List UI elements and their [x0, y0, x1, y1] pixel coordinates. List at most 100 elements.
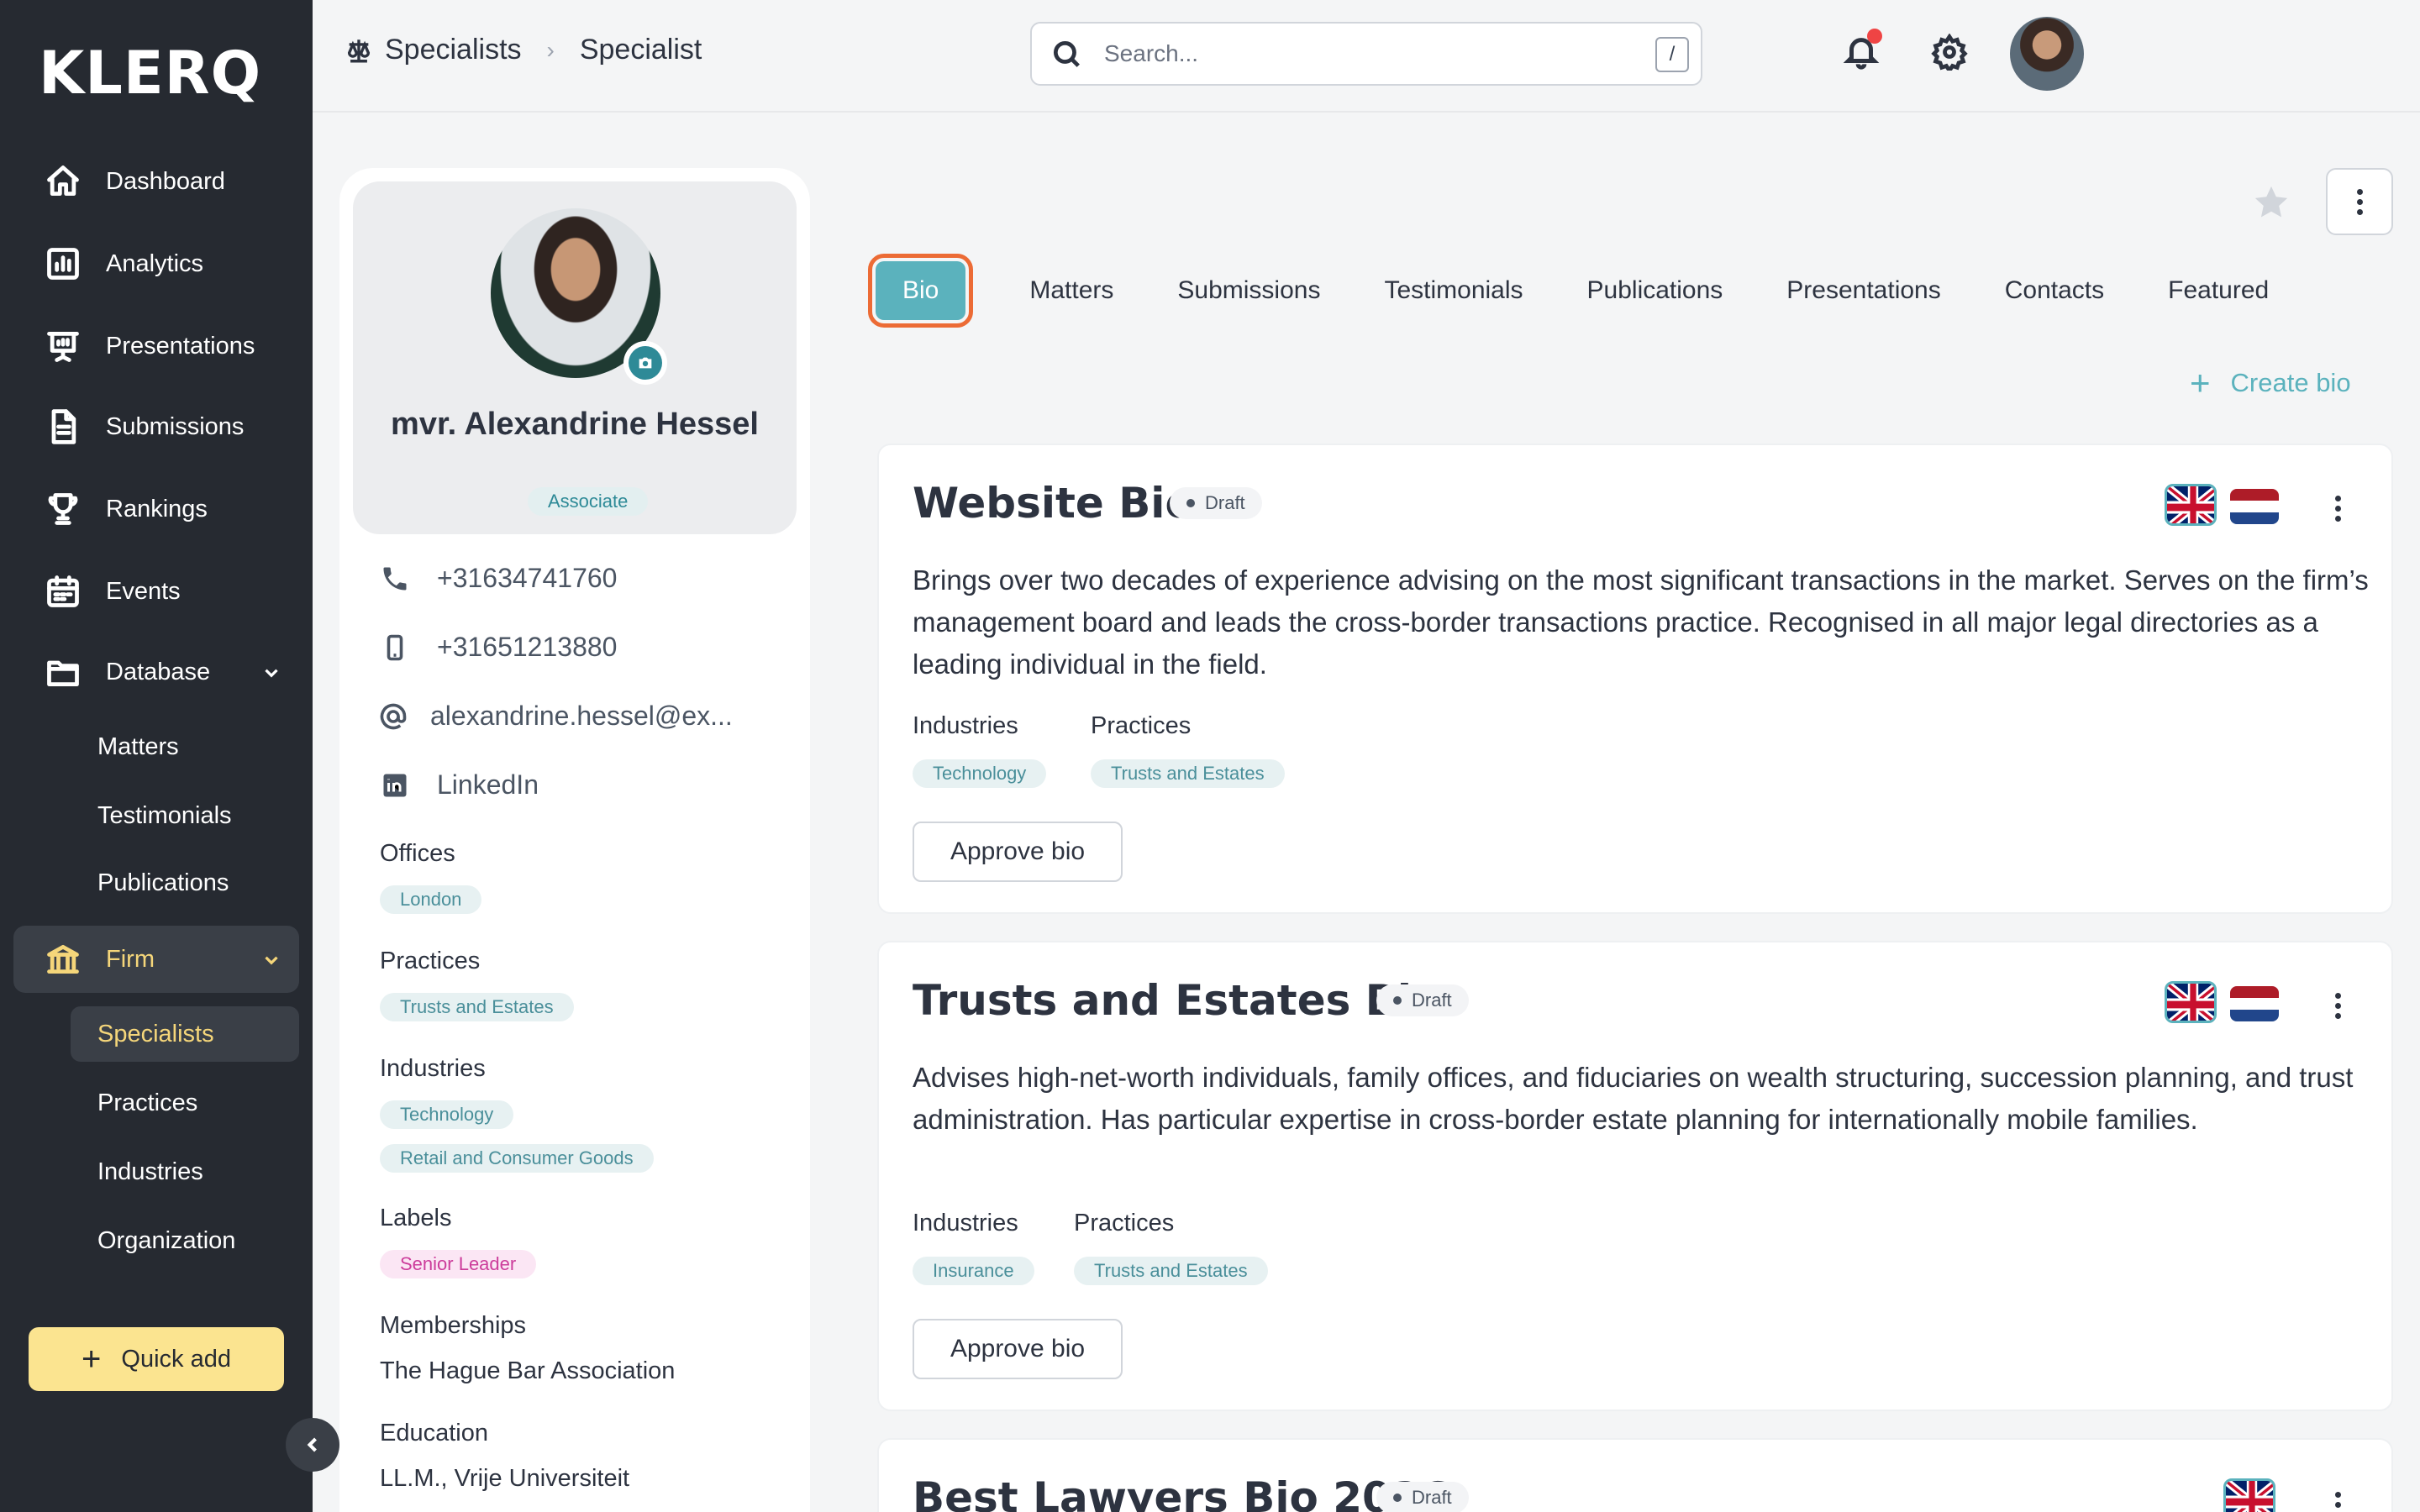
nl-flag-icon[interactable]: [2230, 489, 2279, 524]
phone-row[interactable]: +31634741760: [380, 563, 617, 594]
notifications-button[interactable]: [1842, 29, 1884, 74]
more-options-button[interactable]: [2326, 168, 2393, 235]
change-photo-button[interactable]: [623, 341, 667, 385]
office-chip: London: [380, 885, 482, 914]
tab-matters[interactable]: Matters: [1029, 276, 1113, 305]
sidebar-item-dashboard[interactable]: Dashboard: [13, 148, 299, 215]
sidebar-subitem-specialists[interactable]: Specialists: [71, 1006, 299, 1062]
industries-label: Industries: [913, 1210, 1018, 1236]
sidebar-subitem-practices[interactable]: Practices: [71, 1075, 299, 1131]
uk-flag-icon[interactable]: [2223, 1478, 2275, 1512]
education-label: Education: [380, 1420, 488, 1446]
sidebar-item-label: Firm: [106, 945, 155, 973]
industries-label: Industries: [913, 712, 1018, 739]
practice-chip: Trusts and Estates: [380, 993, 574, 1021]
sidebar-item-presentations[interactable]: Presentations: [13, 312, 299, 380]
favorite-button[interactable]: [2252, 183, 2291, 222]
sidebar-subitem-industries[interactable]: Industries: [71, 1144, 299, 1200]
chevron-left-icon: [307, 1437, 317, 1452]
profile-name: mvr. Alexandrine Hessel: [391, 407, 759, 442]
more-vertical-icon: [2335, 993, 2341, 1019]
chart-icon: [44, 244, 82, 283]
settings-button[interactable]: [1931, 33, 1970, 75]
search-input[interactable]: Search... /: [1030, 22, 1702, 86]
user-avatar[interactable]: [2010, 17, 2084, 91]
tab-testimonials[interactable]: Testimonials: [1384, 276, 1523, 305]
education-value: LL.M., Vrije Universiteit: [380, 1465, 630, 1492]
bank-icon: [44, 940, 82, 979]
uk-flag-icon[interactable]: [2165, 484, 2217, 526]
sidebar-item-firm[interactable]: Firm: [13, 926, 299, 993]
sidebar-item-submissions[interactable]: Submissions: [13, 393, 299, 460]
sidebar-item-label: Database: [106, 658, 211, 685]
home-icon: [44, 162, 82, 201]
practices-label: Practices: [1091, 712, 1192, 739]
bio-more-button[interactable]: [2335, 1492, 2341, 1512]
email-address: alexandrine.hessel@ex...: [430, 701, 733, 731]
sidebar-subitem-organization[interactable]: Organization: [71, 1213, 299, 1268]
bio-card: Trusts and Estates Bio Draft Advises hig…: [877, 941, 2393, 1411]
tab-featured[interactable]: Featured: [2168, 276, 2269, 305]
practices-label: Practices: [1074, 1210, 1175, 1236]
sidebar-item-database[interactable]: Database: [13, 638, 299, 706]
gear-icon: [1931, 33, 1968, 75]
calendar-icon: [44, 572, 82, 611]
industry-chip: Technology: [380, 1100, 514, 1129]
more-vertical-icon: [2356, 188, 2363, 215]
bio-more-button[interactable]: [2335, 496, 2341, 522]
quick-add-button[interactable]: + Quick add: [29, 1327, 284, 1391]
folder-icon: [44, 653, 82, 691]
breadcrumb-specialists[interactable]: Specialists: [385, 34, 522, 66]
chevron-down-icon: [260, 949, 282, 971]
profile-header: mvr. Alexandrine Hessel Associate: [353, 181, 797, 534]
bio-title: Trusts and Estates Bio: [913, 976, 1441, 1025]
industry-chip: Technology: [913, 759, 1047, 788]
industry-chip: Insurance: [913, 1257, 1034, 1285]
camera-icon: [639, 357, 652, 369]
phone-number: +31634741760: [437, 563, 618, 593]
create-bio-label: Create bio: [2230, 368, 2351, 397]
tab-submissions[interactable]: Submissions: [1177, 276, 1320, 305]
labels-label: Labels: [380, 1205, 452, 1231]
sidebar-subitem-testimonials[interactable]: Testimonials: [71, 788, 299, 843]
memberships-label: Memberships: [380, 1312, 527, 1339]
presentation-icon: [44, 327, 82, 365]
tab-bio[interactable]: Bio: [867, 254, 974, 328]
bio-card: Best Lawyers Bio 2026 Draft: [877, 1438, 2393, 1512]
sidebar-item-label: Rankings: [106, 495, 208, 522]
industry-chip: Retail and Consumer Goods: [380, 1144, 654, 1173]
sidebar-item-rankings[interactable]: Rankings: [13, 475, 299, 543]
industries-label: Industries: [380, 1055, 486, 1082]
create-bio-button[interactable]: + Create bio: [2190, 363, 2351, 403]
sidebar-item-label: Dashboard: [106, 167, 225, 195]
offices-label: Offices: [380, 840, 455, 867]
linkedin-row[interactable]: LinkedIn: [380, 769, 539, 801]
status-badge: Draft: [1170, 487, 1262, 519]
status-badge: Draft: [1376, 984, 1469, 1016]
sidebar-item-events[interactable]: Events: [13, 558, 299, 625]
sidebar-subitem-publications[interactable]: Publications: [71, 855, 299, 911]
approve-bio-button[interactable]: Approve bio: [913, 822, 1123, 882]
uk-flag-icon[interactable]: [2165, 981, 2217, 1023]
app-logo[interactable]: KLERQ: [39, 39, 261, 108]
plus-icon: +: [82, 1340, 102, 1378]
sidebar-subitem-matters[interactable]: Matters: [71, 719, 299, 774]
bio-more-button[interactable]: [2335, 993, 2341, 1019]
tab-contacts[interactable]: Contacts: [2005, 276, 2104, 305]
approve-bio-button[interactable]: Approve bio: [913, 1319, 1123, 1379]
mobile-icon: [387, 634, 403, 660]
sidebar-item-analytics[interactable]: Analytics: [13, 230, 299, 297]
tab-publications[interactable]: Publications: [1587, 276, 1723, 305]
email-row[interactable]: alexandrine.hessel@ex...: [378, 701, 733, 732]
more-vertical-icon: [2335, 1492, 2341, 1512]
mobile-row[interactable]: +31651213880: [380, 632, 617, 663]
collapse-sidebar-button[interactable]: [286, 1418, 339, 1472]
nl-flag-icon[interactable]: [2230, 986, 2279, 1021]
search-icon: [1053, 40, 1080, 67]
search-shortcut-key: /: [1655, 37, 1689, 72]
more-vertical-icon: [2335, 496, 2341, 522]
document-icon: [44, 407, 82, 446]
practice-chip: Trusts and Estates: [1074, 1257, 1268, 1285]
bio-title: Best Lawyers Bio 2026: [913, 1473, 1450, 1512]
tab-presentations[interactable]: Presentations: [1786, 276, 1940, 305]
